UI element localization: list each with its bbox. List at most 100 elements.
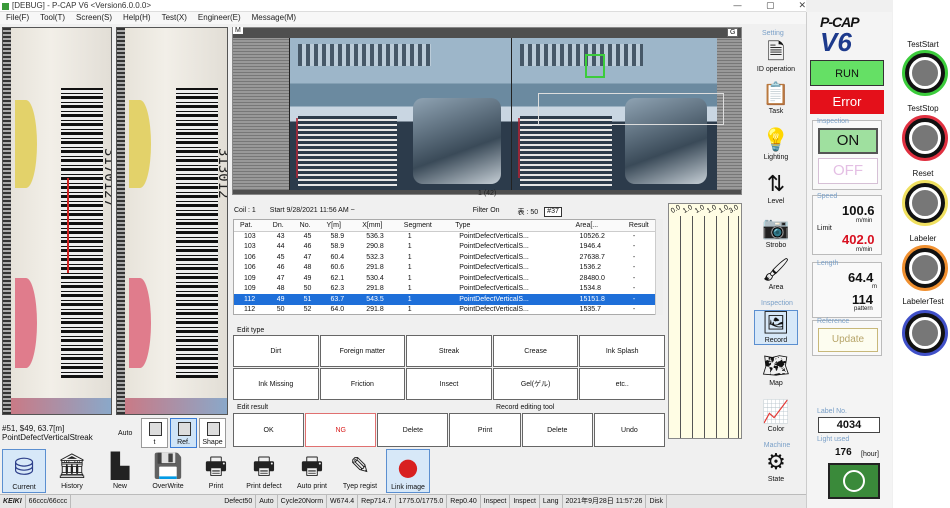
- table-cell: 112: [244, 306, 256, 314]
- link-image-button[interactable]: ● Link image: [386, 449, 430, 493]
- defect-marker: [67, 178, 69, 273]
- overwrite-button[interactable]: 💾 OverWrite: [146, 449, 190, 493]
- table-cell: 48: [303, 264, 312, 272]
- table-cell: PointDefectVerticalS...: [459, 264, 529, 272]
- table-row[interactable]: 103 43 45 58.9 536.3 1 PointDefectVerticalS...…: [234, 231, 662, 242]
- test-start-button[interactable]: [902, 50, 948, 96]
- column-header[interactable]: Area[...: [569, 220, 623, 232]
- type-gel-button[interactable]: Gel(ゲル): [492, 368, 579, 400]
- column-header[interactable]: Pat.: [234, 220, 267, 232]
- shape-button[interactable]: Shape: [199, 418, 226, 448]
- type-crease-button[interactable]: Crease: [492, 335, 579, 367]
- column-header[interactable]: No.: [293, 220, 321, 232]
- column-header[interactable]: Type: [449, 220, 570, 232]
- start-time: Start 9/28/2021 11:56 AM ~: [269, 207, 355, 214]
- ref-button[interactable]: Ref.: [170, 418, 197, 448]
- type-foreign-matter-button[interactable]: Foreign matter: [319, 335, 406, 367]
- menu-tool[interactable]: Tool(T): [40, 12, 65, 24]
- table-row[interactable]: 112 50 52 64.0 291.8 1 PointDefectVerticalS...…: [234, 305, 662, 315]
- record-badge: #37: [544, 207, 562, 217]
- record-button[interactable]: 🖼 Record: [754, 310, 798, 345]
- column-header[interactable]: Segment: [397, 220, 450, 232]
- window-title: [DEBUG] - P-CAP V6 <Version6.0.0.0>: [12, 1, 152, 10]
- test-stop-button[interactable]: [902, 115, 948, 161]
- table-cell: 46: [303, 243, 312, 251]
- type-etc-button[interactable]: etc..: [579, 368, 665, 400]
- undo-button[interactable]: Undo: [593, 413, 665, 447]
- column-header[interactable]: Dn.: [266, 220, 294, 232]
- menu-message[interactable]: Message(M): [252, 12, 296, 24]
- table-row[interactable]: 109 47 49 62.1 530.4 1 PointDefectVerticalS...…: [234, 273, 662, 284]
- camera-view-live[interactable]: 3170127: [2, 27, 112, 415]
- print-defect-button[interactable]: 🖶 Print defect: [242, 449, 286, 493]
- table-cell: 63.7: [320, 294, 357, 305]
- column-header[interactable]: Y[m]: [320, 220, 357, 232]
- machine-section-label: Machine: [763, 442, 791, 449]
- state-button[interactable]: ⚙ State: [754, 450, 798, 483]
- reset-button[interactable]: [902, 180, 948, 226]
- power-button[interactable]: [828, 463, 880, 499]
- id-operation-button[interactable]: 🗎 ID operation: [754, 40, 798, 73]
- menu-bar: File(F) Tool(T) Screen(S) Help(H) Test(X…: [0, 12, 806, 24]
- menu-screen[interactable]: Screen(S): [76, 12, 112, 24]
- menu-help[interactable]: Help(H): [123, 12, 151, 24]
- area-button[interactable]: 🖌 Area: [754, 258, 798, 291]
- ng-button[interactable]: NG: [305, 413, 377, 447]
- table-scrollbar[interactable]: [655, 219, 663, 315]
- print-result-button[interactable]: Print: [449, 413, 521, 447]
- selection-rectangle[interactable]: [538, 93, 724, 125]
- print-button[interactable]: 🖶 Print: [194, 449, 238, 493]
- table-row[interactable]: 109 48 50 62.3 291.8 1 PointDefectVerticalS...…: [234, 284, 662, 295]
- history-button[interactable]: 🏛 History: [50, 449, 94, 493]
- menu-file[interactable]: File(F): [6, 12, 29, 24]
- defect-table[interactable]: Pat. Dn. No. Y[m] X[mm] Segment Type Area[... Re…: [233, 219, 663, 315]
- type-insect-button[interactable]: Insect: [406, 368, 492, 400]
- clipboard-icon: 📋: [762, 82, 790, 107]
- error-indicator[interactable]: Error: [810, 90, 884, 114]
- type-dirt-button[interactable]: Dirt: [233, 335, 319, 367]
- table-cell: 49: [266, 294, 294, 305]
- inspection-on-button[interactable]: ON: [818, 128, 878, 154]
- g-badge[interactable]: G: [727, 28, 739, 37]
- map-thumbnail-left[interactable]: [289, 38, 511, 190]
- inspection-off-button[interactable]: OFF: [818, 158, 878, 184]
- t-button[interactable]: t: [141, 418, 168, 448]
- brush-icon: 🖌: [762, 258, 790, 283]
- auto-print-button[interactable]: 🖶 Auto print: [290, 449, 334, 493]
- labeler-button[interactable]: [902, 245, 948, 291]
- labeler-test-button[interactable]: [902, 310, 948, 356]
- current-button[interactable]: ⛁ Current: [2, 449, 46, 493]
- delete-record-button[interactable]: Delete: [521, 413, 593, 447]
- run-indicator[interactable]: RUN: [810, 60, 884, 86]
- menu-engineer[interactable]: Engineer(E): [198, 12, 241, 24]
- column-header[interactable]: X[mm]: [356, 220, 398, 232]
- minimize-icon[interactable]: —: [733, 0, 742, 12]
- table-row[interactable]: 106 45 47 60.4 532.3 1 PointDefectVerticalS...…: [234, 252, 662, 263]
- type-streak-button[interactable]: Streak: [406, 335, 492, 367]
- level-button[interactable]: ⇅ Level: [754, 172, 798, 205]
- new-button[interactable]: ▙ New: [98, 449, 142, 493]
- lighting-button[interactable]: 💡 Lighting: [754, 128, 798, 161]
- type-friction-button[interactable]: Friction: [319, 368, 406, 400]
- table-row[interactable]: 103 44 46 58.9 290.8 1 PointDefectVerticalS...…: [234, 242, 662, 253]
- table-cell: 51: [293, 294, 321, 305]
- type-ink-missing-button[interactable]: Ink Missing: [233, 368, 319, 400]
- ok-button[interactable]: OK: [233, 413, 305, 447]
- type-ink-splash-button[interactable]: Ink Splash: [579, 335, 665, 367]
- table-row[interactable]: 106 46 48 60.6 291.8 1 PointDefectVerticalS...…: [234, 263, 662, 274]
- table-cell: 45: [276, 253, 285, 261]
- map-button[interactable]: 🗺 Map: [754, 354, 798, 387]
- update-button[interactable]: Update: [818, 328, 878, 352]
- strobo-button[interactable]: 📷 Strobo: [754, 216, 798, 249]
- defect-strip-chart[interactable]: 0.0 1.0 1.0 1.0 1.0 3.0: [668, 203, 742, 439]
- color-button[interactable]: 📈 Color: [754, 400, 798, 433]
- maximize-icon[interactable]: ▢: [766, 0, 775, 12]
- task-button[interactable]: 📋 Task: [754, 82, 798, 115]
- auto-label[interactable]: Auto: [118, 430, 132, 437]
- camera-view-reference[interactable]: 313012: [116, 27, 228, 415]
- delete-result-button[interactable]: Delete: [377, 413, 449, 447]
- table-row[interactable]: 112 49 51 63.7 543.5 1 PointDefectVerticalS...…: [234, 294, 662, 305]
- menu-test[interactable]: Test(X): [162, 12, 187, 24]
- type-regist-button[interactable]: ✎ Tyep regist: [338, 449, 382, 493]
- close-icon[interactable]: ✕: [798, 0, 806, 12]
